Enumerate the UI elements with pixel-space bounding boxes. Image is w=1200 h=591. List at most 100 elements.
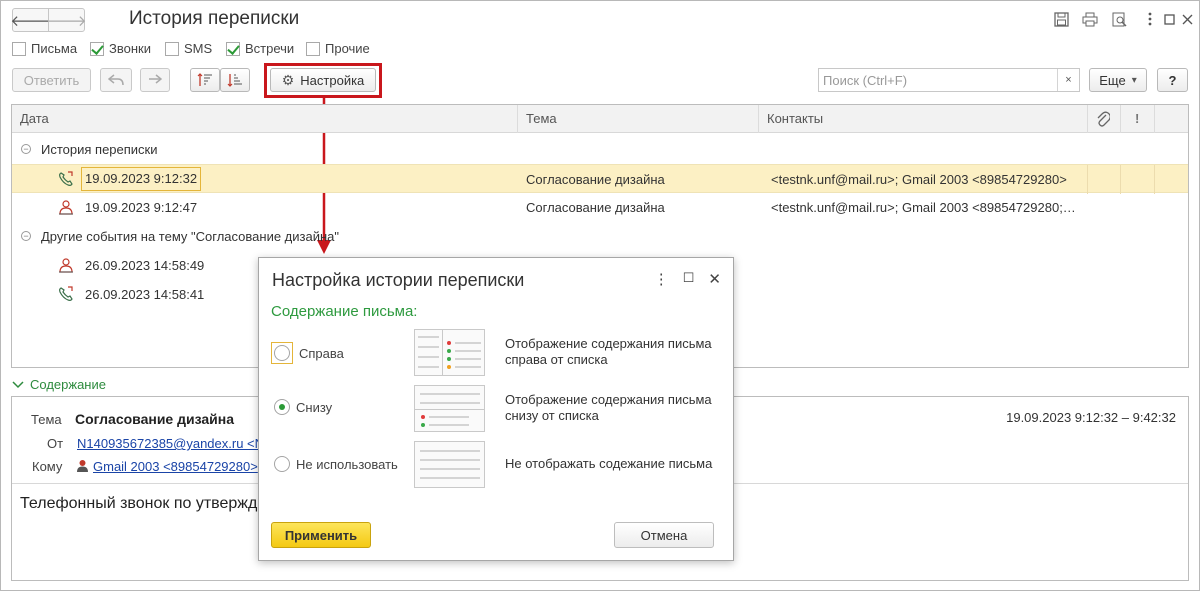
to-link[interactable]: Gmail 2003 <89854729280> — [93, 459, 258, 474]
from-link[interactable]: N140935672385@yandex.ru <N1 — [77, 436, 271, 451]
forward-message-icon — [149, 74, 162, 84]
option-description: Отображение содержания письма справа от … — [505, 336, 712, 368]
dialog-subtitle: Содержание письма: — [271, 303, 418, 320]
preview-icon[interactable] — [1110, 10, 1128, 28]
collapse-icon[interactable]: − — [21, 231, 31, 241]
col-importance[interactable]: ! — [1121, 105, 1155, 133]
cancel-button[interactable]: Отмена — [614, 522, 714, 548]
reply-all-icon — [108, 74, 124, 86]
contact-icon — [77, 460, 88, 472]
from-label: От — [47, 436, 64, 451]
back-button[interactable]: 🡐 — [10, 8, 51, 32]
checkbox[interactable] — [12, 41, 26, 56]
meeting-icon — [58, 193, 74, 222]
chevron-down-icon — [12, 380, 24, 388]
preview-bottom-icon — [414, 385, 485, 432]
page-title: История переписки — [129, 8, 300, 29]
filter-label: Звонки — [109, 41, 151, 56]
row-date: 19.09.2023 9:12:47 — [85, 200, 198, 215]
checkbox[interactable] — [90, 41, 104, 56]
filter-label: Встречи — [245, 41, 295, 56]
meeting-icon — [58, 251, 74, 280]
message-body: Телефонный звонок по утвержд — [20, 495, 258, 512]
radio-button[interactable] — [274, 399, 290, 415]
option-right[interactable]: Справа — [271, 342, 344, 364]
col-topic[interactable]: Тема — [518, 105, 759, 133]
print-icon[interactable] — [1081, 10, 1099, 28]
description-line: Отображение содержания письма — [505, 336, 712, 351]
option-label: Снизу — [296, 399, 333, 415]
radio-focus-frame — [271, 342, 293, 364]
arrow-left-icon: 🡐 — [10, 12, 51, 30]
topic-value: Согласование дизайна — [75, 411, 235, 427]
maximize-icon[interactable]: ☐ — [683, 270, 695, 288]
help-button[interactable]: ? — [1157, 68, 1188, 92]
row-date: 19.09.2023 9:12:32 — [81, 167, 202, 191]
sort-desc-button[interactable] — [220, 68, 250, 92]
close-icon[interactable]: ✕ — [708, 270, 721, 288]
option-description: Отображение содержания письма снизу от с… — [505, 392, 712, 424]
description-line: Не отображать содежание письма — [505, 456, 713, 471]
option-none[interactable]: Не использовать — [274, 456, 398, 472]
phone-icon — [58, 280, 74, 309]
group-row[interactable]: − Другие события на тему "Согласование д… — [12, 222, 1188, 251]
row-date: 26.09.2023 14:58:49 — [85, 258, 205, 273]
row-date: 26.09.2023 14:58:41 — [85, 287, 205, 302]
checkbox[interactable] — [306, 41, 320, 56]
filter-label: SMS — [184, 41, 213, 56]
col-contacts[interactable]: Контакты — [759, 105, 1088, 133]
description-line: снизу от списка — [505, 408, 599, 423]
dialog-title: Настройка истории переписки — [272, 270, 525, 290]
to-label: Кому — [32, 459, 63, 474]
search-input[interactable]: Поиск (Ctrl+F) × — [818, 68, 1080, 92]
option-label: Не использовать — [296, 456, 398, 472]
filter-calls[interactable]: Звонки — [90, 41, 151, 56]
checkbox[interactable] — [165, 41, 179, 56]
option-label: Справа — [299, 345, 344, 361]
col-date[interactable]: Дата — [12, 105, 518, 133]
filter-letters[interactable]: Письма — [12, 41, 77, 56]
preview-none-icon — [414, 441, 485, 488]
description-line: Отображение содержания письма — [505, 392, 712, 407]
forward-message-button[interactable] — [140, 68, 170, 92]
row-topic: Согласование дизайна — [526, 172, 665, 187]
arrow-right-icon: 🡒 — [46, 12, 87, 30]
clear-icon[interactable]: × — [1057, 69, 1079, 91]
checkbox[interactable] — [226, 41, 240, 56]
sort-desc-icon — [227, 74, 242, 87]
sort-asc-icon — [197, 73, 212, 86]
option-description: Не отображать содежание письма — [505, 456, 712, 472]
radio-button[interactable] — [274, 456, 290, 472]
reply-all-button[interactable] — [100, 68, 132, 92]
description-line: справа от списка — [505, 352, 608, 367]
more-icon[interactable] — [1141, 10, 1159, 28]
table-row[interactable]: 19.09.2023 9:12:32 Согласование дизайна … — [12, 164, 1188, 194]
close-icon[interactable] — [1178, 10, 1196, 28]
filter-meetings[interactable]: Встречи — [226, 41, 294, 56]
content-section-toggle[interactable]: Содержание — [12, 377, 106, 392]
collapse-icon[interactable]: − — [21, 144, 31, 154]
maximize-icon[interactable] — [1160, 10, 1178, 28]
table-header: Дата Тема Контакты ! — [12, 105, 1188, 133]
chevron-down-icon: ▾ — [1131, 74, 1137, 86]
apply-button[interactable]: Применить — [271, 522, 371, 548]
more-button[interactable]: Еще ▾ — [1089, 68, 1147, 92]
group-label: Другие события на тему "Согласование диз… — [41, 229, 339, 244]
col-attachment[interactable] — [1088, 105, 1121, 133]
reply-button[interactable]: Ответить — [12, 68, 91, 92]
more-icon[interactable]: ⋮ — [654, 270, 669, 288]
content-section-label: Содержание — [30, 377, 106, 392]
period-value: 19.09.2023 9:12:32 – 9:42:32 — [1006, 410, 1176, 425]
group-row[interactable]: − История переписки — [12, 135, 1188, 164]
filter-other[interactable]: Прочие — [306, 41, 370, 56]
table-row[interactable]: 19.09.2023 9:12:47 Согласование дизайна … — [12, 193, 1188, 222]
row-contacts: <testnk.unf@mail.ru>; Gmail 2003 <898547… — [771, 172, 1067, 187]
sort-asc-button[interactable] — [190, 68, 220, 92]
option-bottom[interactable]: Снизу — [274, 399, 332, 415]
radio-button[interactable] — [274, 345, 290, 361]
row-contacts: <testnk.unf@mail.ru>; Gmail 2003 <898547… — [771, 200, 1076, 215]
forward-button[interactable]: 🡒 — [46, 8, 87, 32]
save-icon[interactable] — [1052, 10, 1070, 28]
topic-label: Тема — [31, 412, 62, 427]
filter-sms[interactable]: SMS — [165, 41, 212, 56]
